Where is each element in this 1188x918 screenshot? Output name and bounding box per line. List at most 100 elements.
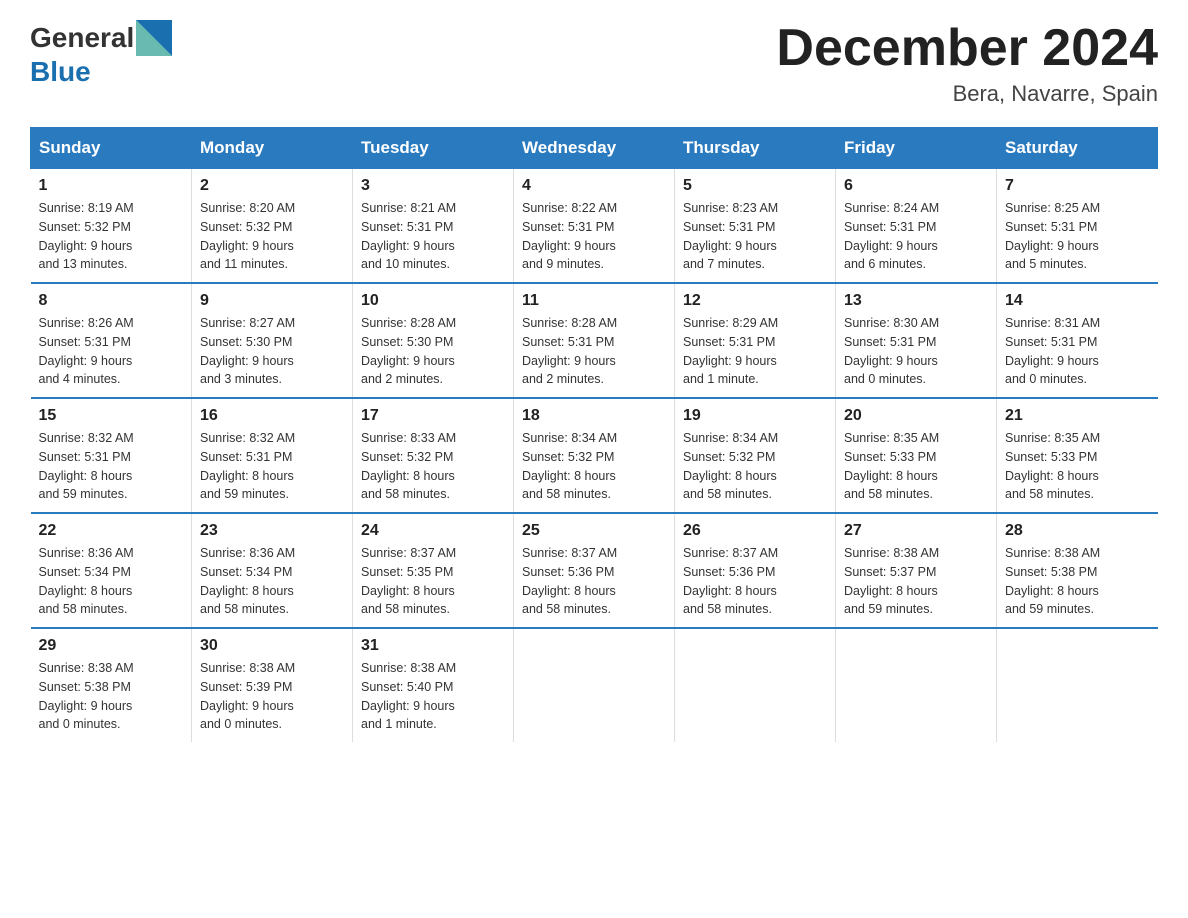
day-info: Sunrise: 8:34 AM Sunset: 5:32 PM Dayligh…: [683, 429, 827, 504]
day-cell: 11 Sunrise: 8:28 AM Sunset: 5:31 PM Dayli…: [514, 283, 675, 398]
day-number: 18: [522, 407, 666, 425]
day-cell: 1 Sunrise: 8:19 AM Sunset: 5:32 PM Daylig…: [31, 169, 192, 284]
day-cell: 20 Sunrise: 8:35 AM Sunset: 5:33 PM Dayli…: [836, 398, 997, 513]
day-number: 29: [39, 637, 184, 655]
day-number: 16: [200, 407, 344, 425]
day-number: 6: [844, 177, 988, 195]
calendar-header-row: SundayMondayTuesdayWednesdayThursdayFrid…: [31, 128, 1158, 169]
day-info: Sunrise: 8:31 AM Sunset: 5:31 PM Dayligh…: [1005, 314, 1150, 389]
day-number: 30: [200, 637, 344, 655]
week-row-1: 1 Sunrise: 8:19 AM Sunset: 5:32 PM Daylig…: [31, 169, 1158, 284]
day-cell: 8 Sunrise: 8:26 AM Sunset: 5:31 PM Daylig…: [31, 283, 192, 398]
week-row-5: 29 Sunrise: 8:38 AM Sunset: 5:38 PM Dayli…: [31, 628, 1158, 742]
day-info: Sunrise: 8:28 AM Sunset: 5:31 PM Dayligh…: [522, 314, 666, 389]
day-cell: 23 Sunrise: 8:36 AM Sunset: 5:34 PM Dayli…: [192, 513, 353, 628]
month-title: December 2024: [776, 20, 1158, 77]
day-number: 9: [200, 292, 344, 310]
day-number: 20: [844, 407, 988, 425]
day-number: 22: [39, 522, 184, 540]
page-header: General Blue December 2024 Bera, Navarre…: [30, 20, 1158, 107]
day-cell: 25Sunrise: 8:37 AM Sunset: 5:36 PM Dayli…: [514, 513, 675, 628]
header-monday: Monday: [192, 128, 353, 169]
day-cell: 13 Sunrise: 8:30 AM Sunset: 5:31 PM Dayli…: [836, 283, 997, 398]
day-info: Sunrise: 8:37 AM Sunset: 5:35 PM Dayligh…: [361, 544, 505, 619]
day-cell: 3Sunrise: 8:21 AM Sunset: 5:31 PM Daylig…: [353, 169, 514, 284]
day-number: 4: [522, 177, 666, 195]
day-number: 11: [522, 292, 666, 310]
day-number: 15: [39, 407, 184, 425]
day-cell: 14 Sunrise: 8:31 AM Sunset: 5:31 PM Dayli…: [997, 283, 1158, 398]
day-number: 26: [683, 522, 827, 540]
day-number: 10: [361, 292, 505, 310]
day-number: 14: [1005, 292, 1150, 310]
logo-general-text: General: [30, 22, 134, 54]
day-info: Sunrise: 8:36 AM Sunset: 5:34 PM Dayligh…: [39, 544, 184, 619]
day-info: Sunrise: 8:38 AM Sunset: 5:38 PM Dayligh…: [1005, 544, 1150, 619]
day-number: 19: [683, 407, 827, 425]
day-cell: 2 Sunrise: 8:20 AM Sunset: 5:32 PM Daylig…: [192, 169, 353, 284]
day-info: Sunrise: 8:35 AM Sunset: 5:33 PM Dayligh…: [844, 429, 988, 504]
logo-blue-text: Blue: [30, 56, 91, 88]
header-tuesday: Tuesday: [353, 128, 514, 169]
header-saturday: Saturday: [997, 128, 1158, 169]
day-info: Sunrise: 8:38 AM Sunset: 5:39 PM Dayligh…: [200, 659, 344, 734]
day-info: Sunrise: 8:37 AM Sunset: 5:36 PM Dayligh…: [683, 544, 827, 619]
day-cell: 16 Sunrise: 8:32 AM Sunset: 5:31 PM Dayli…: [192, 398, 353, 513]
day-cell: 19 Sunrise: 8:34 AM Sunset: 5:32 PM Dayli…: [675, 398, 836, 513]
day-info: Sunrise: 8:22 AM Sunset: 5:31 PM Dayligh…: [522, 199, 666, 274]
day-number: 21: [1005, 407, 1150, 425]
day-cell: [514, 628, 675, 742]
day-number: 17: [361, 407, 505, 425]
day-info: Sunrise: 8:36 AM Sunset: 5:34 PM Dayligh…: [200, 544, 344, 619]
day-number: 28: [1005, 522, 1150, 540]
day-number: 7: [1005, 177, 1150, 195]
day-number: 3: [361, 177, 505, 195]
day-info: Sunrise: 8:30 AM Sunset: 5:31 PM Dayligh…: [844, 314, 988, 389]
day-number: 12: [683, 292, 827, 310]
day-cell: 28 Sunrise: 8:38 AM Sunset: 5:38 PM Dayli…: [997, 513, 1158, 628]
header-wednesday: Wednesday: [514, 128, 675, 169]
title-section: December 2024 Bera, Navarre, Spain: [776, 20, 1158, 107]
day-cell: 4 Sunrise: 8:22 AM Sunset: 5:31 PM Daylig…: [514, 169, 675, 284]
day-cell: 27Sunrise: 8:38 AM Sunset: 5:37 PM Dayli…: [836, 513, 997, 628]
day-number: 23: [200, 522, 344, 540]
day-number: 1: [39, 177, 184, 195]
day-cell: 15Sunrise: 8:32 AM Sunset: 5:31 PM Dayli…: [31, 398, 192, 513]
week-row-2: 8 Sunrise: 8:26 AM Sunset: 5:31 PM Daylig…: [31, 283, 1158, 398]
location-title: Bera, Navarre, Spain: [776, 81, 1158, 107]
day-info: Sunrise: 8:27 AM Sunset: 5:30 PM Dayligh…: [200, 314, 344, 389]
day-number: 24: [361, 522, 505, 540]
day-info: Sunrise: 8:32 AM Sunset: 5:31 PM Dayligh…: [200, 429, 344, 504]
day-info: Sunrise: 8:19 AM Sunset: 5:32 PM Dayligh…: [39, 199, 184, 274]
day-cell: 26 Sunrise: 8:37 AM Sunset: 5:36 PM Dayli…: [675, 513, 836, 628]
day-cell: 29 Sunrise: 8:38 AM Sunset: 5:38 PM Dayli…: [31, 628, 192, 742]
week-row-3: 15 Sunrise: 8:32 AM Sunset: 5:31 PM Dayli…: [31, 398, 1158, 513]
day-cell: 17Sunrise: 8:33 AM Sunset: 5:32 PM Dayli…: [353, 398, 514, 513]
day-info: Sunrise: 8:38 AM Sunset: 5:40 PM Dayligh…: [361, 659, 505, 734]
day-info: Sunrise: 8:23 AM Sunset: 5:31 PM Dayligh…: [683, 199, 827, 274]
day-number: 2: [200, 177, 344, 195]
logo-triangle-icon: [136, 20, 172, 56]
day-cell: 12Sunrise: 8:29 AM Sunset: 5:31 PM Dayli…: [675, 283, 836, 398]
day-info: Sunrise: 8:28 AM Sunset: 5:30 PM Dayligh…: [361, 314, 505, 389]
day-info: Sunrise: 8:38 AM Sunset: 5:37 PM Dayligh…: [844, 544, 988, 619]
day-info: Sunrise: 8:37 AM Sunset: 5:36 PM Dayligh…: [522, 544, 666, 619]
day-info: Sunrise: 8:26 AM Sunset: 5:31 PM Dayligh…: [39, 314, 184, 389]
day-cell: 9 Sunrise: 8:27 AM Sunset: 5:30 PM Daylig…: [192, 283, 353, 398]
day-cell: 6 Sunrise: 8:24 AM Sunset: 5:31 PM Daylig…: [836, 169, 997, 284]
day-info: Sunrise: 8:35 AM Sunset: 5:33 PM Dayligh…: [1005, 429, 1150, 504]
day-number: 13: [844, 292, 988, 310]
day-info: Sunrise: 8:38 AM Sunset: 5:38 PM Dayligh…: [39, 659, 184, 734]
day-info: Sunrise: 8:24 AM Sunset: 5:31 PM Dayligh…: [844, 199, 988, 274]
day-cell: 31 Sunrise: 8:38 AM Sunset: 5:40 PM Dayli…: [353, 628, 514, 742]
day-cell: 24 Sunrise: 8:37 AM Sunset: 5:35 PM Dayli…: [353, 513, 514, 628]
day-cell: [997, 628, 1158, 742]
day-cell: 22 Sunrise: 8:36 AM Sunset: 5:34 PM Dayli…: [31, 513, 192, 628]
day-info: Sunrise: 8:20 AM Sunset: 5:32 PM Dayligh…: [200, 199, 344, 274]
day-info: Sunrise: 8:34 AM Sunset: 5:32 PM Dayligh…: [522, 429, 666, 504]
day-cell: 5Sunrise: 8:23 AM Sunset: 5:31 PM Daylig…: [675, 169, 836, 284]
header-thursday: Thursday: [675, 128, 836, 169]
day-number: 31: [361, 637, 505, 655]
day-cell: [675, 628, 836, 742]
day-number: 8: [39, 292, 184, 310]
